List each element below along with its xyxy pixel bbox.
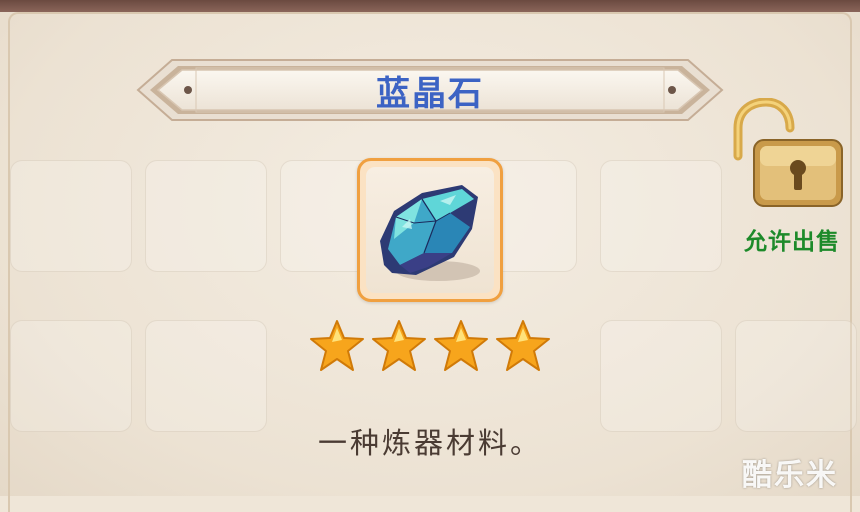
star-icon bbox=[310, 320, 364, 371]
background-slot bbox=[600, 160, 722, 272]
unlocked-padlock-icon bbox=[733, 97, 843, 207]
star-icon bbox=[372, 320, 426, 371]
blue-crystal-icon bbox=[380, 185, 480, 281]
background-slot bbox=[10, 160, 132, 272]
background-slot bbox=[145, 160, 267, 272]
star-icon bbox=[434, 320, 488, 371]
top-bar bbox=[0, 0, 860, 12]
allow-sale-toggle[interactable]: 允许出售 bbox=[724, 97, 860, 264]
star-icon bbox=[496, 320, 550, 371]
item-title: 蓝晶石 bbox=[376, 73, 484, 114]
background-slot bbox=[600, 320, 722, 432]
title-banner: 蓝晶石 bbox=[136, 54, 724, 126]
background-slot bbox=[10, 320, 132, 432]
background-slot bbox=[145, 320, 267, 432]
allow-sale-label: 允许出售 bbox=[744, 229, 840, 255]
item-icon-background bbox=[366, 167, 494, 293]
item-description: 一种炼器材料。 bbox=[317, 426, 542, 460]
item-icon-frame bbox=[357, 158, 503, 302]
rarity-stars bbox=[308, 318, 554, 380]
watermark: 酷乐米 bbox=[742, 458, 838, 493]
background-slot bbox=[735, 320, 857, 432]
